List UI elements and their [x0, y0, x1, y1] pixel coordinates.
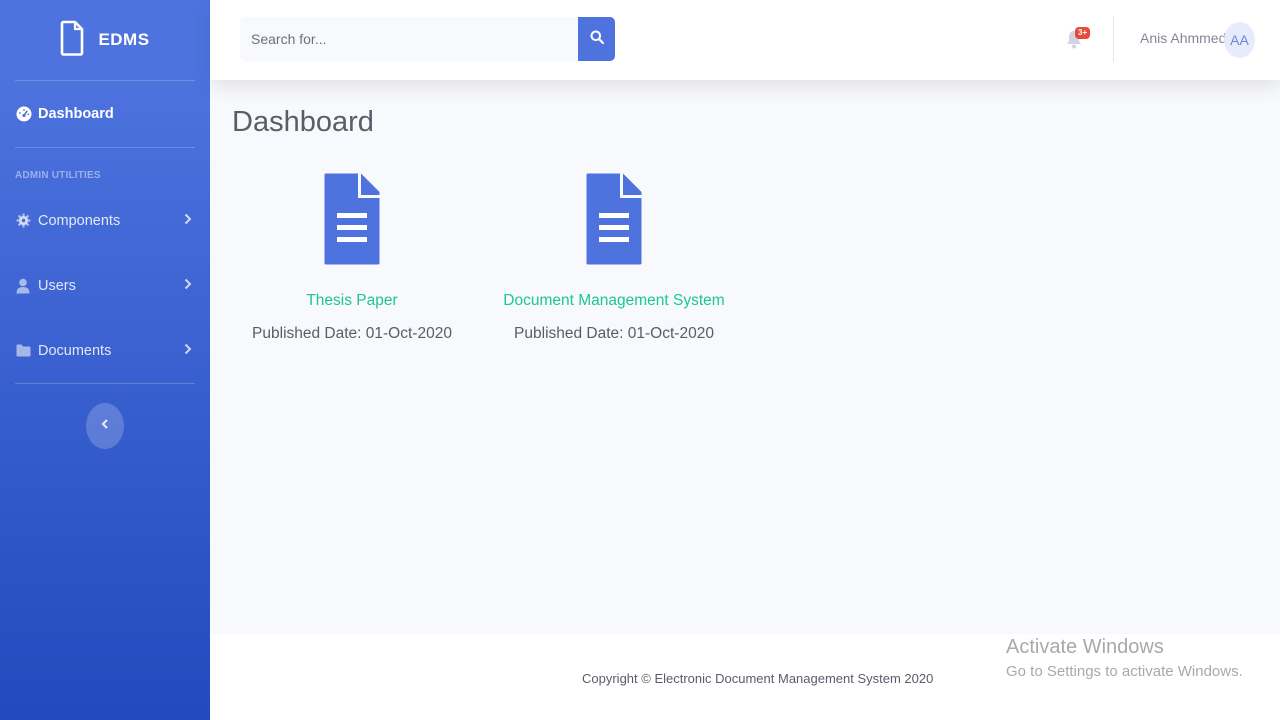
document-title-link[interactable]: Thesis Paper	[232, 292, 472, 310]
folder-icon	[16, 344, 38, 357]
document-date: Published Date: 01-Oct-2020	[514, 325, 714, 342]
sidebar: EDMS Dashboard ADMIN UTILITIES Component…	[0, 0, 210, 720]
user-icon	[16, 278, 38, 294]
sidebar-heading: ADMIN UTILITIES	[15, 170, 101, 181]
watermark-subtitle: Go to Settings to activate Windows.	[1006, 663, 1243, 680]
sidebar-item-label: Users	[38, 277, 76, 294]
document-icon[interactable]	[232, 172, 472, 266]
activation-watermark: Activate Windows Go to Settings to activ…	[1006, 636, 1243, 680]
document-title-link[interactable]: Document Management System	[494, 292, 734, 310]
sidebar-item-label: Components	[38, 212, 121, 229]
tachometer-icon	[16, 106, 38, 122]
brand[interactable]: EDMS	[0, 0, 210, 80]
file-icon	[60, 20, 84, 61]
chevron-left-icon	[101, 417, 109, 435]
topbar-divider	[1113, 16, 1114, 62]
search-input[interactable]	[240, 17, 578, 61]
chevron-right-icon	[184, 343, 192, 359]
copyright-text: Copyright © Electronic Document Manageme…	[582, 671, 934, 686]
document-icon[interactable]	[494, 172, 734, 266]
page-title: Dashboard	[232, 106, 374, 138]
user-name[interactable]: Anis Ahmmed	[1140, 30, 1226, 46]
brand-name: EDMS	[98, 30, 150, 49]
chevron-right-icon	[184, 213, 192, 229]
sidebar-item-label: Dashboard	[38, 106, 114, 122]
topbar: 3+ Anis Ahmmed AA	[210, 0, 1280, 80]
search-button[interactable]	[578, 17, 615, 61]
sidebar-item-dashboard[interactable]: Dashboard	[0, 81, 210, 147]
sidebar-item-label: Documents	[38, 342, 112, 359]
document-date: Published Date: 01-Oct-2020	[252, 325, 452, 342]
sidebar-item-documents[interactable]: Documents	[0, 318, 210, 383]
document-card: Thesis Paper Published Date: 01-Oct-2020	[232, 172, 472, 343]
sidebar-divider	[15, 383, 195, 384]
document-card: Document Management System Published Dat…	[494, 172, 734, 343]
chevron-right-icon	[184, 278, 192, 294]
watermark-title: Activate Windows	[1006, 636, 1164, 658]
cog-icon	[16, 213, 38, 228]
sidebar-item-users[interactable]: Users	[0, 253, 210, 318]
search-icon	[590, 30, 604, 49]
avatar[interactable]: AA	[1224, 22, 1255, 58]
sidebar-toggle-button[interactable]	[86, 403, 124, 449]
sidebar-item-components[interactable]: Components	[0, 188, 210, 253]
alerts-badge: 3+	[1075, 27, 1091, 39]
